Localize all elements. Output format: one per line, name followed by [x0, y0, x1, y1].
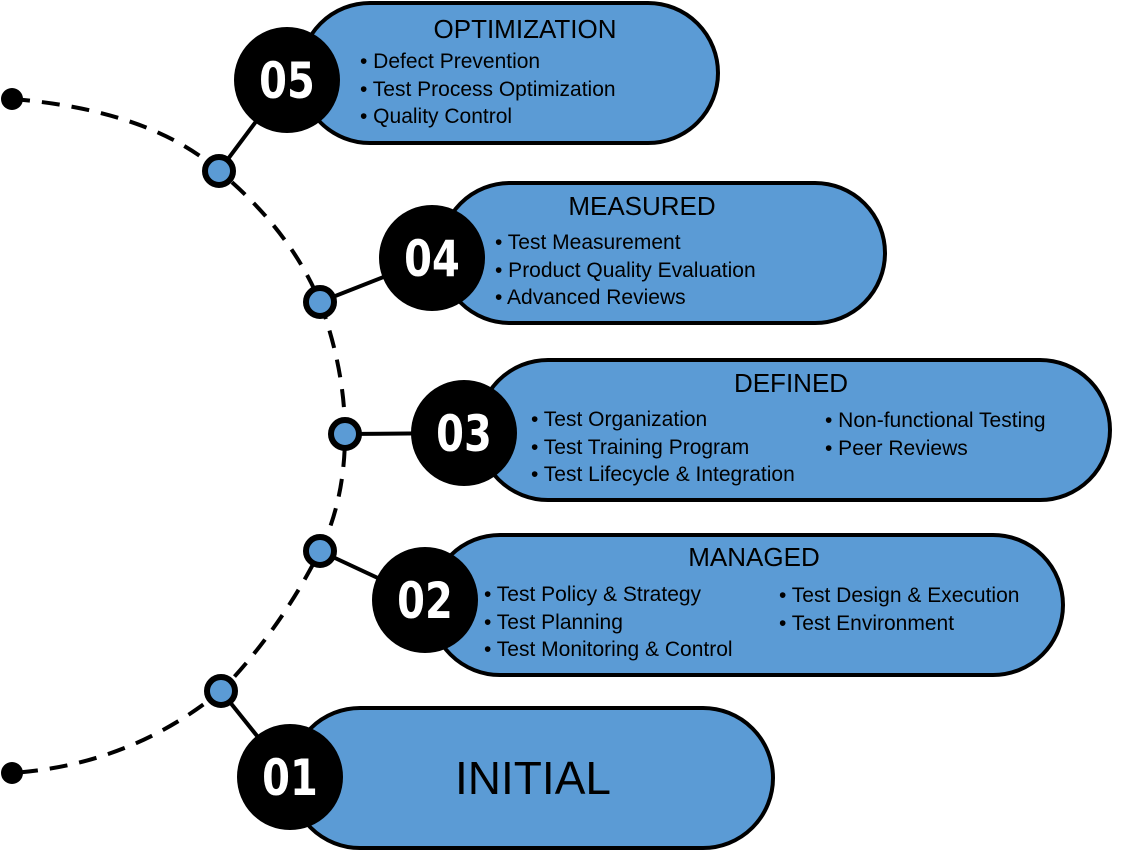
level-item: • Test Planning — [484, 611, 623, 634]
timeline-end-dot-top — [1, 88, 23, 110]
level-04-card: 04 MEASURED • Test Measurement • Product… — [379, 181, 887, 325]
timeline-dot-01 — [204, 674, 238, 708]
level-title: DEFINED — [734, 368, 848, 398]
level-item: • Test Lifecycle & Integration — [531, 463, 795, 486]
level-item: • Advanced Reviews — [495, 286, 686, 309]
level-title: MEASURED — [568, 191, 715, 221]
level-item: • Test Organization — [531, 408, 707, 431]
level-item: • Test Training Program — [531, 436, 749, 459]
level-02-card: 02 MANAGED • Test Policy & Strategy • Te… — [372, 533, 1065, 677]
level-05-card: 05 OPTIMIZATION • Defect Prevention • Te… — [234, 1, 720, 145]
maturity-levels-diagram: 05 OPTIMIZATION • Defect Prevention • Te… — [1, 1, 1112, 850]
level-number: 01 — [262, 749, 318, 808]
level-item: • Peer Reviews — [825, 437, 968, 460]
level-03-card: 03 DEFINED • Test Organization • Test Tr… — [411, 358, 1112, 502]
timeline-dot-03 — [328, 417, 362, 451]
level-title: INITIAL — [455, 752, 611, 804]
level-number: 04 — [404, 230, 460, 289]
level-item: • Product Quality Evaluation — [495, 259, 756, 282]
level-title: OPTIMIZATION — [434, 14, 617, 44]
level-title: MANAGED — [688, 542, 819, 572]
dashed-timeline-arc — [11, 97, 348, 775]
level-number: 03 — [436, 405, 492, 464]
level-01-card: 01 INITIAL — [237, 706, 775, 850]
level-number: 02 — [397, 572, 453, 631]
level-item: • Test Measurement — [495, 231, 681, 254]
timeline-dot-02 — [303, 534, 337, 568]
level-item: • Test Process Optimization — [360, 78, 616, 101]
level-item: • Test Policy & Strategy — [484, 583, 702, 606]
level-item: • Test Monitoring & Control — [484, 638, 733, 661]
level-item: • Quality Control — [360, 105, 512, 128]
level-number: 05 — [259, 52, 315, 111]
timeline-dot-05 — [202, 154, 236, 188]
level-item: • Test Design & Execution — [779, 584, 1019, 607]
timeline-end-dot-bottom — [1, 762, 23, 784]
level-item: • Test Environment — [779, 612, 954, 635]
timeline-dot-04 — [303, 285, 337, 319]
level-item: • Defect Prevention — [360, 50, 540, 73]
level-item: • Non-functional Testing — [825, 409, 1046, 432]
